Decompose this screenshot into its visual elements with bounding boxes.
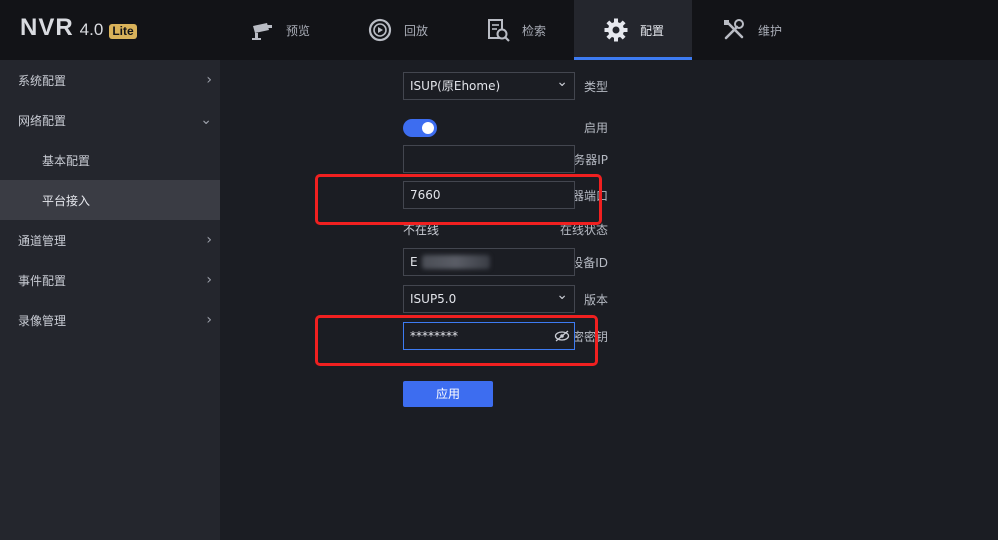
- gear-icon: [602, 16, 630, 44]
- device-id-value: E: [410, 255, 418, 269]
- redacted-blur: [422, 255, 490, 269]
- nav-config[interactable]: 配置: [574, 0, 692, 60]
- server-ip-row: 服务器IP: [220, 145, 998, 175]
- sidebar-item-platform-access[interactable]: 平台接入: [0, 180, 220, 220]
- version-row: 版本 ISUP5.0: [220, 282, 998, 315]
- nav-maintenance-label: 维护: [757, 23, 782, 38]
- sidebar-item-label: 通道管理: [18, 233, 67, 248]
- sidebar-item-basic-config[interactable]: 基本配置: [0, 140, 220, 180]
- device-id-label: 设备ID: [571, 256, 608, 270]
- platform-access-form: 类型 ISUP(原Ehome) 启用 服务器IP 服务器端口 7660 在线状态…: [220, 60, 998, 540]
- sidebar-item-label: 网络配置: [18, 113, 67, 128]
- nav-preview[interactable]: 预览: [220, 0, 338, 60]
- sidebar-item-label: 事件配置: [18, 273, 67, 288]
- nav-playback-label: 回放: [403, 23, 428, 38]
- nav-search-label: 检索: [521, 23, 546, 38]
- enable-row: 启用: [220, 113, 998, 143]
- sidebar-item-label: 基本配置: [42, 153, 91, 168]
- type-label: 类型: [583, 80, 608, 94]
- sidebar-item-network-config[interactable]: 网络配置 ⌄: [0, 100, 220, 140]
- type-row: 类型 ISUP(原Ehome): [220, 69, 998, 102]
- sidebar: 系统配置 › 网络配置 ⌄ 基本配置 平台接入 通道管理 › 事件配置 › 录像…: [0, 60, 220, 540]
- chevron-right-icon: ›: [206, 272, 212, 288]
- app-logo: NVR 4.0 Lite: [20, 14, 137, 46]
- chevron-right-icon: ›: [206, 72, 212, 88]
- top-bar: NVR 4.0 Lite 预览 回放 检索 配置 维护: [0, 0, 998, 60]
- sidebar-item-event-config[interactable]: 事件配置 ›: [0, 260, 220, 300]
- sidebar-item-label: 录像管理: [18, 313, 67, 328]
- sidebar-item-channel-management[interactable]: 通道管理 ›: [0, 220, 220, 260]
- server-ip-input[interactable]: [403, 145, 575, 173]
- sidebar-item-record-management[interactable]: 录像管理 ›: [0, 300, 220, 340]
- main-nav: 预览 回放 检索 配置 维护: [220, 0, 810, 60]
- nav-preview-label: 预览: [285, 23, 310, 38]
- version-select[interactable]: ISUP5.0: [403, 282, 575, 313]
- sidebar-item-label: 系统配置: [18, 73, 67, 88]
- nav-search[interactable]: 检索: [456, 0, 574, 60]
- highlight-box-key: [315, 315, 598, 366]
- app-edition-badge: Lite: [109, 24, 137, 39]
- highlight-box-port: [315, 174, 602, 225]
- tools-icon: [720, 16, 748, 44]
- sidebar-item-system-config[interactable]: 系统配置 ›: [0, 60, 220, 100]
- enable-label: 启用: [583, 121, 608, 135]
- type-select[interactable]: ISUP(原Ehome): [403, 69, 575, 100]
- device-id-row: 设备ID E: [220, 248, 998, 278]
- chevron-down-icon: ⌄: [200, 112, 212, 128]
- nav-config-label: 配置: [639, 23, 664, 38]
- chevron-right-icon: ›: [206, 232, 212, 248]
- nav-maintenance[interactable]: 维护: [692, 0, 810, 60]
- version-label: 版本: [583, 293, 608, 307]
- nav-playback[interactable]: 回放: [338, 0, 456, 60]
- camera-icon: [248, 16, 276, 44]
- app-version: 4.0: [79, 20, 104, 39]
- sidebar-item-label: 平台接入: [42, 193, 91, 208]
- search-file-icon: [484, 16, 512, 44]
- apply-button[interactable]: 应用: [403, 381, 493, 407]
- chevron-right-icon: ›: [206, 312, 212, 328]
- playback-icon: [366, 16, 394, 44]
- device-id-input[interactable]: E: [403, 248, 575, 276]
- app-name: NVR: [20, 14, 74, 41]
- enable-toggle[interactable]: [403, 119, 437, 137]
- toggle-knob: [422, 122, 434, 134]
